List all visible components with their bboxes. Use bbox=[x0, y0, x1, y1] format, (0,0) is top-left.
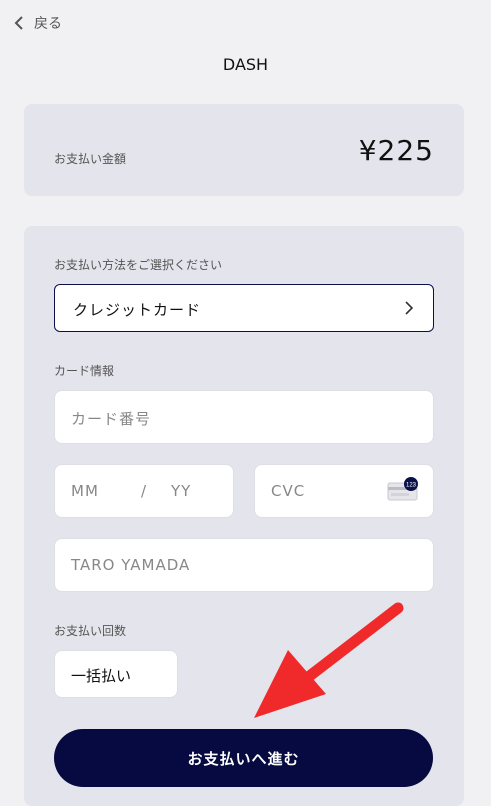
card-number-placeholder: カード番号 bbox=[71, 410, 152, 428]
payment-method-label: お支払い方法をご選択ください bbox=[54, 258, 223, 272]
amount-card: お支払い金額 ¥225 bbox=[24, 104, 464, 196]
expiry-year-placeholder: YY bbox=[171, 482, 192, 500]
back-label: 戻る bbox=[34, 16, 62, 32]
card-info-label: カード情報 bbox=[54, 364, 115, 378]
card-number-input[interactable]: カード番号 bbox=[54, 390, 434, 444]
installments-value: 一括払い bbox=[71, 667, 132, 685]
back-button[interactable]: 戻る bbox=[12, 13, 62, 33]
expiry-input[interactable]: MM / YY bbox=[54, 464, 234, 518]
card-cvc-icon: 123 bbox=[387, 477, 418, 501]
cardholder-name-placeholder: TARO YAMADA bbox=[71, 556, 191, 574]
payment-form: お支払い方法をご選択ください クレジットカード カード情報 カード番号 MM /… bbox=[24, 226, 464, 806]
page-title: DASH bbox=[222, 55, 269, 74]
expiry-month-placeholder: MM bbox=[71, 482, 99, 500]
payment-method-value: クレジットカード bbox=[73, 301, 202, 319]
payment-method-select[interactable]: クレジットカード bbox=[54, 284, 434, 332]
amount-label: お支払い金額 bbox=[54, 152, 127, 166]
installments-select[interactable]: 一括払い bbox=[54, 650, 178, 698]
cardholder-name-input[interactable]: TARO YAMADA bbox=[54, 538, 434, 592]
cvc-input[interactable]: CVC 123 bbox=[254, 464, 434, 518]
amount-value: ¥225 bbox=[358, 134, 434, 167]
expiry-separator: / bbox=[141, 482, 148, 500]
chevron-right-icon bbox=[405, 301, 414, 315]
submit-payment-button[interactable]: お支払いへ進む bbox=[54, 729, 433, 787]
chevron-left-icon bbox=[14, 16, 23, 30]
installments-label: お支払い回数 bbox=[54, 624, 127, 638]
cvc-icon-text: 123 bbox=[406, 483, 417, 489]
cvc-placeholder: CVC bbox=[271, 482, 306, 500]
submit-payment-label: お支払いへ進む bbox=[187, 751, 300, 768]
